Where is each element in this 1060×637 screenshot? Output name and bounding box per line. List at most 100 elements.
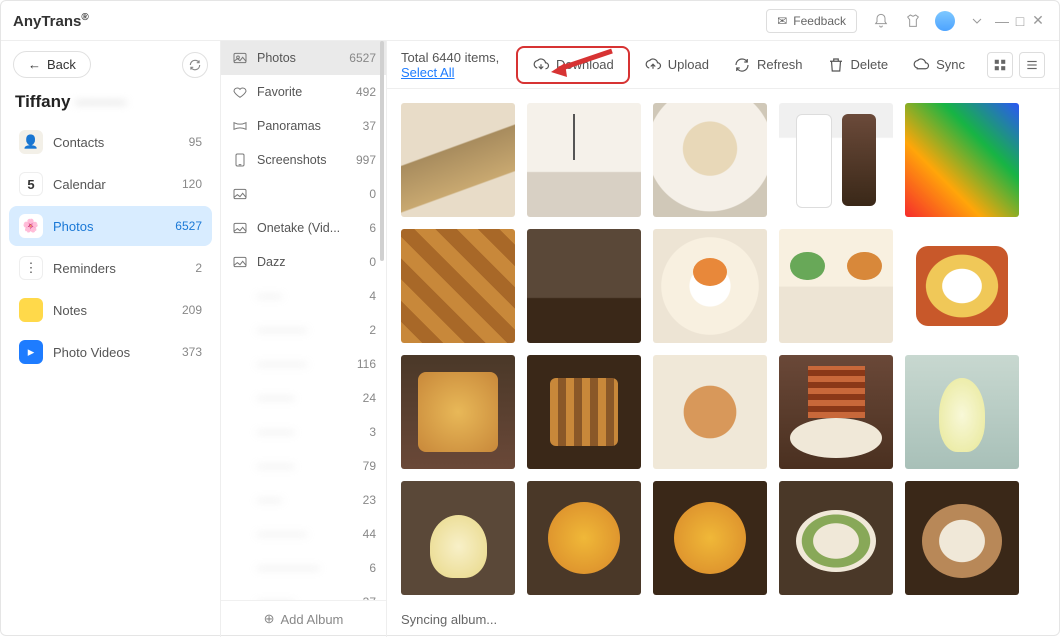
photo-thumbnail[interactable] — [653, 229, 767, 343]
album-name: Photos — [257, 51, 296, 65]
album-item[interactable]: Screenshots997 — [221, 143, 386, 177]
album-icon — [231, 321, 249, 339]
album-name: ——— — [257, 425, 295, 439]
sync-button[interactable]: Sync — [902, 50, 975, 80]
album-name: ——— — [257, 595, 295, 600]
add-album-label: Add Album — [281, 612, 344, 627]
album-name: ————— — [257, 561, 320, 575]
user-name: Tiffany ——— — [9, 88, 212, 122]
photos-icon — [231, 49, 249, 67]
refresh-button[interactable]: Refresh — [723, 50, 813, 80]
add-album-button[interactable]: ⊕ Add Album — [221, 600, 386, 637]
nav-notes[interactable]: Notes209 — [9, 290, 212, 330]
album-item[interactable]: —— 4 — [221, 279, 386, 313]
photo-thumbnail[interactable] — [653, 103, 767, 217]
album-item[interactable]: Onetake (Vid...6 — [221, 211, 386, 245]
avatar[interactable] — [935, 11, 955, 31]
list-view-button[interactable] — [1019, 52, 1045, 78]
photo-thumbnail[interactable] — [527, 355, 641, 469]
album-item[interactable]: Favorite492 — [221, 75, 386, 109]
photo-thumbnail[interactable] — [401, 481, 515, 595]
album-item[interactable]: ————— 6 — [221, 551, 386, 585]
album-icon — [231, 287, 249, 305]
close-button[interactable]: ✕ — [1029, 12, 1047, 29]
maximize-button[interactable]: □ — [1011, 13, 1029, 29]
envelope-icon: ✉ — [777, 14, 787, 28]
nav-reminders[interactable]: ⋮Reminders2 — [9, 248, 212, 288]
album-count: 4 — [369, 289, 376, 303]
album-count: 79 — [363, 459, 376, 473]
album-item[interactable]: ————2 — [221, 313, 386, 347]
photo-thumbnail[interactable] — [653, 355, 767, 469]
album-count: 3 — [369, 425, 376, 439]
image-icon — [231, 185, 249, 203]
photo-thumbnail[interactable] — [527, 229, 641, 343]
album-item[interactable]: ———37 — [221, 585, 386, 600]
album-item[interactable]: ———24 — [221, 381, 386, 415]
nav-photos[interactable]: 🌸Photos6527 — [9, 206, 212, 246]
album-item[interactable]: Panoramas37 — [221, 109, 386, 143]
heart-icon — [231, 83, 249, 101]
album-icon — [231, 593, 249, 600]
photo-thumbnail[interactable] — [401, 229, 515, 343]
photo-thumbnail[interactable] — [527, 481, 641, 595]
download-button[interactable]: Download — [516, 46, 630, 84]
album-item[interactable]: Dazz0 — [221, 245, 386, 279]
bell-icon[interactable] — [869, 9, 893, 33]
sidebar-refresh-button[interactable] — [182, 52, 208, 78]
album-name: ———— — [257, 357, 307, 371]
album-icon — [231, 355, 249, 373]
photo-thumbnail[interactable] — [527, 103, 641, 217]
photo-thumbnail[interactable] — [905, 103, 1019, 217]
album-item[interactable]: ———79 — [221, 449, 386, 483]
album-icon — [231, 423, 249, 441]
album-name: Panoramas — [257, 119, 321, 133]
delete-button[interactable]: Delete — [817, 50, 899, 80]
photo-thumbnail[interactable] — [779, 481, 893, 595]
photo-thumbnail[interactable] — [401, 103, 515, 217]
album-count: 6 — [369, 561, 376, 575]
back-button[interactable]: ← Back — [13, 51, 91, 78]
feedback-button[interactable]: ✉ Feedback — [766, 9, 857, 33]
album-count: 492 — [356, 85, 376, 99]
minimize-button[interactable]: — — [993, 13, 1011, 29]
album-name: ———— — [257, 527, 307, 541]
dropdown-icon[interactable] — [965, 9, 989, 33]
panorama-icon — [231, 117, 249, 135]
photo-thumbnail[interactable] — [653, 481, 767, 595]
photo-thumbnail[interactable] — [401, 355, 515, 469]
sidebar: ← Back Tiffany ——— 👤Contacts95 5Calendar… — [1, 41, 221, 637]
album-count: 6527 — [349, 51, 376, 65]
photo-thumbnail[interactable] — [779, 355, 893, 469]
shirt-icon[interactable] — [901, 9, 925, 33]
photo-thumbnail[interactable] — [905, 355, 1019, 469]
photo-thumbnail[interactable] — [779, 103, 893, 217]
photo-thumbnail[interactable] — [779, 229, 893, 343]
grid-view-button[interactable] — [987, 52, 1013, 78]
album-icon — [231, 525, 249, 543]
nav-photo-videos[interactable]: ▸Photo Videos373 — [9, 332, 212, 372]
scrollbar[interactable] — [380, 41, 384, 261]
total-items: Total 6440 items, Select All — [401, 50, 508, 80]
album-name: —— — [257, 289, 282, 303]
album-count: 0 — [369, 255, 376, 269]
album-item[interactable]: ————44 — [221, 517, 386, 551]
album-item[interactable]: ——23 — [221, 483, 386, 517]
album-count: 0 — [369, 187, 376, 201]
album-item[interactable]: ————116 — [221, 347, 386, 381]
photo-thumbnail[interactable] — [905, 229, 1019, 343]
album-item[interactable]: ——— 3 — [221, 415, 386, 449]
upload-button[interactable]: Upload — [634, 50, 719, 80]
album-name: ———— — [257, 323, 307, 337]
album-item[interactable]: Photos 6527 — [221, 41, 386, 75]
album-count: 24 — [363, 391, 376, 405]
nav-contacts[interactable]: 👤Contacts95 — [9, 122, 212, 162]
photo-thumbnail[interactable] — [905, 481, 1019, 595]
arrow-left-icon: ← — [28, 57, 41, 72]
album-count: 23 — [363, 493, 376, 507]
album-list: Photos 6527 Favorite492Panoramas37Screensh… — [221, 41, 387, 637]
nav-calendar[interactable]: 5Calendar120 — [9, 164, 212, 204]
select-all-link[interactable]: Select All — [401, 65, 454, 80]
nav: 👤Contacts95 5Calendar120 🌸Photos6527 ⋮Re… — [9, 122, 212, 372]
album-item[interactable]: 0 — [221, 177, 386, 211]
